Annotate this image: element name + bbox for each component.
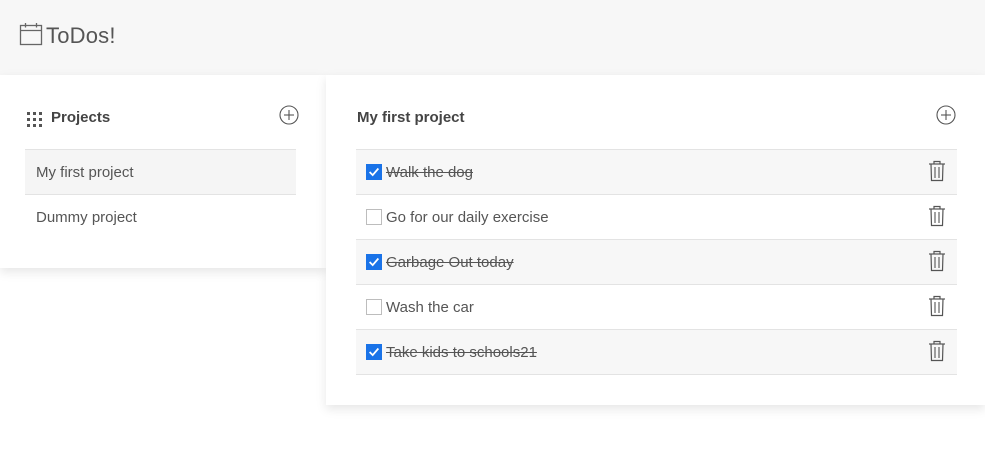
trash-icon[interactable] — [928, 160, 946, 182]
check-icon — [369, 167, 380, 177]
todo-label: Garbage Out today — [386, 254, 514, 271]
todo-row: Wash the car — [356, 284, 957, 329]
todos-panel: My first project Walk the dog Go for our… — [326, 75, 985, 405]
project-title: My first project — [357, 109, 465, 126]
todo-row: Garbage Out today — [356, 239, 957, 284]
add-todo-icon[interactable] — [936, 105, 956, 125]
todo-checkbox[interactable] — [366, 164, 382, 180]
check-icon — [369, 347, 380, 357]
projects-header: Projects — [25, 105, 299, 133]
todo-list: Walk the dog Go for our daily exercise G… — [356, 149, 957, 375]
todo-checkbox[interactable] — [366, 344, 382, 360]
trash-icon[interactable] — [928, 340, 946, 362]
todo-checkbox[interactable] — [366, 254, 382, 270]
todo-row: Take kids to schools21 — [356, 329, 957, 374]
calendar-icon — [19, 23, 43, 46]
add-project-icon[interactable] — [279, 105, 299, 125]
todo-label: Take kids to schools21 — [386, 344, 537, 361]
projects-panel: Projects My first project Dummy project — [0, 75, 326, 268]
todo-label: Go for our daily exercise — [386, 209, 549, 226]
app-title: ToDos! — [46, 23, 116, 48]
projects-title: Projects — [51, 109, 111, 126]
trash-icon[interactable] — [928, 295, 946, 317]
todo-row: Walk the dog — [356, 149, 957, 194]
todo-checkbox[interactable] — [366, 209, 382, 225]
todo-label: Walk the dog — [386, 164, 473, 181]
trash-icon[interactable] — [928, 205, 946, 227]
project-list: My first project Dummy project — [25, 149, 296, 239]
project-item[interactable]: My first project — [25, 149, 296, 194]
trash-icon[interactable] — [928, 250, 946, 272]
project-item[interactable]: Dummy project — [25, 194, 296, 239]
grid-icon — [27, 112, 42, 127]
app-header: ToDos! — [0, 0, 985, 75]
check-icon — [369, 257, 380, 267]
todo-checkbox[interactable] — [366, 299, 382, 315]
todo-row: Go for our daily exercise — [356, 194, 957, 239]
todo-label: Wash the car — [386, 299, 474, 316]
